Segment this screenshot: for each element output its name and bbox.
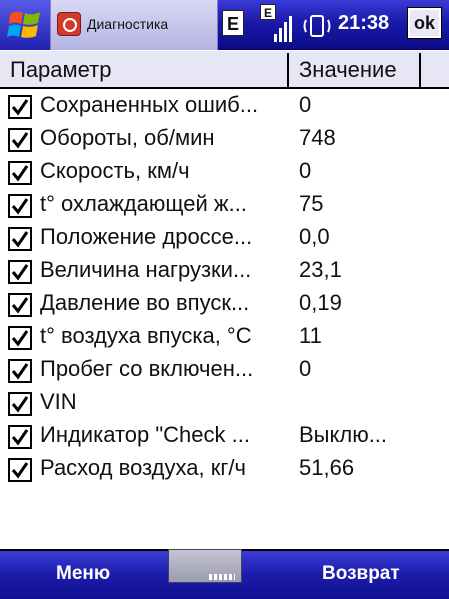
checkmark-icon bbox=[11, 264, 29, 281]
list-item[interactable]: Скорость, км/ч 0 bbox=[0, 156, 449, 189]
row-checkbox[interactable] bbox=[8, 359, 32, 383]
list-item[interactable]: Величина нагрузки... 23,1 bbox=[0, 255, 449, 288]
parameter-name: t° воздуха впуска, °C bbox=[40, 323, 252, 348]
edge-indicator-icon: E bbox=[222, 10, 244, 36]
checkmark-icon bbox=[11, 165, 29, 182]
ok-button[interactable]: ok bbox=[407, 7, 442, 39]
parameter-value: 0 bbox=[299, 92, 312, 117]
list-item[interactable]: Пробег со включен... 0 bbox=[0, 354, 449, 387]
list-item[interactable]: t° охлаждающей ж... 75 bbox=[0, 189, 449, 222]
parameter-name: VIN bbox=[40, 389, 77, 414]
signal-strength-icon[interactable] bbox=[262, 10, 296, 44]
column-header-parameter[interactable]: Параметр bbox=[0, 53, 289, 87]
diagnostics-app-icon bbox=[57, 12, 81, 36]
parameter-name: Обороты, об/мин bbox=[40, 125, 215, 150]
active-app-tab[interactable]: Диагностика bbox=[50, 0, 218, 50]
parameter-name: Пробег со включен... bbox=[40, 356, 254, 381]
parameter-value: 75 bbox=[299, 191, 324, 216]
row-checkbox[interactable] bbox=[8, 458, 32, 482]
parameter-name: Скорость, км/ч bbox=[40, 158, 190, 183]
parameter-name: Сохраненных ошиб... bbox=[40, 92, 259, 117]
column-header-extra[interactable] bbox=[421, 53, 449, 87]
parameter-value: 11 bbox=[299, 323, 322, 348]
row-checkbox[interactable] bbox=[8, 95, 32, 119]
parameter-value: 0 bbox=[299, 158, 312, 183]
parameter-value: 0,0 bbox=[299, 224, 330, 249]
parameter-value: Выклю... bbox=[299, 422, 388, 447]
parameter-value: 51,66 bbox=[299, 455, 355, 480]
row-checkbox[interactable] bbox=[8, 326, 32, 350]
list-item[interactable]: Давление во впуск... 0,19 bbox=[0, 288, 449, 321]
checkmark-icon bbox=[11, 297, 29, 314]
list-item[interactable]: Расход воздуха, кг/ч 51,66 bbox=[0, 453, 449, 486]
softkey-bar: Меню Возврат bbox=[0, 549, 449, 599]
parameter-name: Давление во впуск... bbox=[40, 290, 250, 315]
row-checkbox[interactable] bbox=[8, 128, 32, 152]
parameter-list: Сохраненных ошиб... 0 Обороты, об/мин 74… bbox=[0, 90, 449, 486]
keyboard-icon[interactable] bbox=[168, 549, 242, 583]
list-item[interactable]: Положение дроссе... 0,0 bbox=[0, 222, 449, 255]
list-item[interactable]: Сохраненных ошиб... 0 bbox=[0, 90, 449, 123]
list-item[interactable]: Индикатор "Check ... Выклю... bbox=[0, 420, 449, 453]
row-checkbox[interactable] bbox=[8, 161, 32, 185]
parameter-value: 748 bbox=[299, 125, 336, 150]
checkmark-icon bbox=[11, 330, 29, 347]
checkmark-icon bbox=[11, 198, 29, 215]
parameter-value: 23,1 bbox=[299, 257, 342, 282]
parameter-value: 0,19 bbox=[299, 290, 342, 315]
checkmark-icon bbox=[11, 132, 29, 149]
row-checkbox[interactable] bbox=[8, 425, 32, 449]
list-item[interactable]: VIN bbox=[0, 387, 449, 420]
phone-status-icon[interactable] bbox=[302, 12, 332, 40]
clock[interactable]: 21:38 bbox=[338, 12, 389, 35]
checkmark-icon bbox=[11, 429, 29, 446]
checkmark-icon bbox=[11, 231, 29, 248]
menu-softkey[interactable]: Меню bbox=[56, 563, 110, 585]
list-item[interactable]: t° воздуха впуска, °C 11 bbox=[0, 321, 449, 354]
start-button[interactable] bbox=[0, 0, 50, 50]
parameter-name: t° охлаждающей ж... bbox=[40, 191, 247, 216]
title-bar: Диагностика E E 21:38 ok bbox=[0, 0, 449, 50]
checkmark-icon bbox=[11, 363, 29, 380]
parameter-value: 0 bbox=[299, 356, 312, 381]
checkmark-icon bbox=[11, 462, 29, 479]
parameter-name: Индикатор "Check ... bbox=[40, 422, 250, 447]
list-item[interactable]: Обороты, об/мин 748 bbox=[0, 123, 449, 156]
row-checkbox[interactable] bbox=[8, 293, 32, 317]
parameter-name: Расход воздуха, кг/ч bbox=[40, 455, 246, 480]
windows-logo-icon bbox=[7, 11, 40, 38]
back-softkey[interactable]: Возврат bbox=[322, 563, 400, 585]
checkmark-icon bbox=[11, 396, 29, 413]
parameter-name: Положение дроссе... bbox=[40, 224, 253, 249]
app-title: Диагностика bbox=[87, 16, 169, 32]
parameter-name: Величина нагрузки... bbox=[40, 257, 252, 282]
list-header: Параметр Значение bbox=[0, 51, 449, 89]
row-checkbox[interactable] bbox=[8, 392, 32, 416]
column-header-value[interactable]: Значение bbox=[289, 53, 421, 87]
row-checkbox[interactable] bbox=[8, 227, 32, 251]
row-checkbox[interactable] bbox=[8, 194, 32, 218]
row-checkbox[interactable] bbox=[8, 260, 32, 284]
checkmark-icon bbox=[11, 99, 29, 116]
